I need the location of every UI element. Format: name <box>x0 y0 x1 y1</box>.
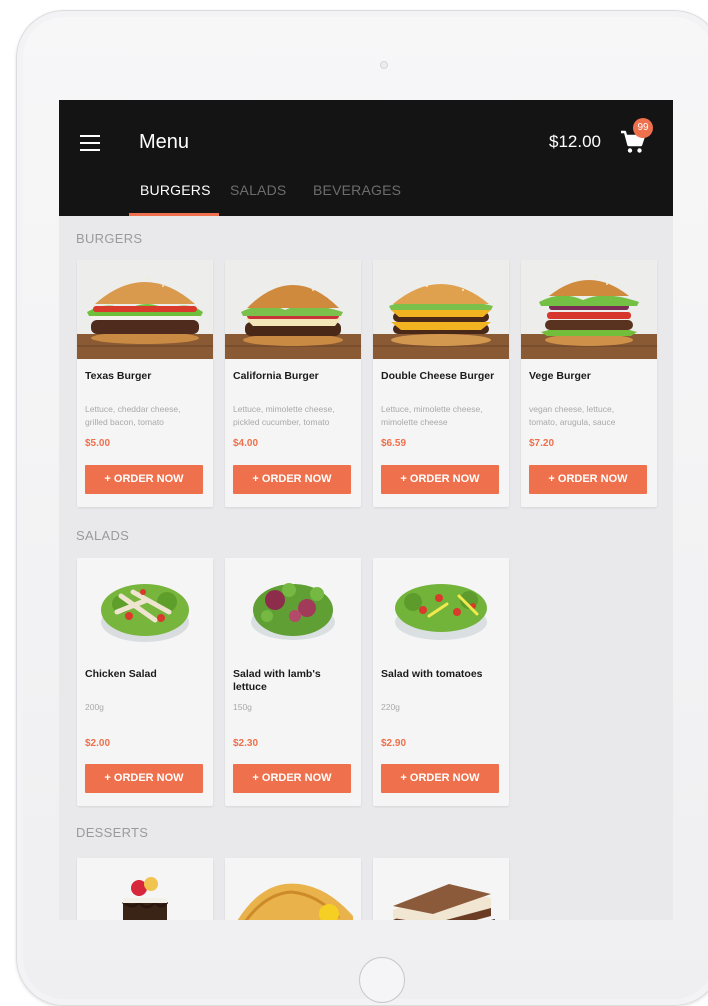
product-card <box>77 858 213 920</box>
product-name: Vege Burger <box>529 370 591 382</box>
texas-burger-image <box>77 260 213 359</box>
vege-burger-image <box>521 260 657 359</box>
product-description: tomato, arugula, sauce <box>529 417 616 427</box>
camera <box>380 61 388 69</box>
product-name: Double Cheese Burger <box>381 370 495 382</box>
cart-count-badge: 99 <box>633 118 653 138</box>
order-now-button[interactable]: + ORDER NOW <box>85 465 203 494</box>
product-card: Salad with tomatoes 220g $2.90 + ORDER N… <box>373 558 509 806</box>
app-screen: Menu $12.00 99 BURGERS SALADS BEVERAGES … <box>59 100 673 920</box>
product-price: $2.90 <box>381 738 407 749</box>
product-card: Chicken Salad 200g $2.00 + ORDER NOW <box>77 558 213 806</box>
hamburger-menu-icon[interactable] <box>80 135 100 151</box>
product-card <box>225 858 361 920</box>
tomato-salad-image <box>373 558 509 657</box>
order-now-button[interactable]: + ORDER NOW <box>381 764 499 793</box>
product-price: $7.20 <box>529 438 555 449</box>
product-description: Lettuce, mimolette cheese, <box>233 404 335 414</box>
product-description: grilled bacon, tomato <box>85 417 164 427</box>
product-weight: 220g <box>381 702 400 712</box>
product-description: Lettuce, cheddar cheese, <box>85 404 181 414</box>
product-price: $2.30 <box>233 738 259 749</box>
lambs-lettuce-salad-image <box>225 558 361 657</box>
section-title-desserts: DESSERTS <box>76 825 149 840</box>
product-card: California Burger Lettuce, mimolette che… <box>225 260 361 507</box>
product-name: Texas Burger <box>85 370 152 382</box>
product-card: Salad with lamb's lettuce 150g $2.30 + O… <box>225 558 361 806</box>
section-title-salads: SALADS <box>76 528 130 543</box>
product-name: Chicken Salad <box>85 668 157 680</box>
product-price: $5.00 <box>85 438 111 449</box>
order-now-button[interactable]: + ORDER NOW <box>233 764 351 793</box>
product-description: mimolette cheese <box>381 417 448 427</box>
order-now-button[interactable]: + ORDER NOW <box>529 465 647 494</box>
active-tab-indicator <box>129 213 219 216</box>
crepes-image <box>225 858 361 920</box>
product-price: $2.00 <box>85 738 111 749</box>
tiramisu-image <box>373 858 509 920</box>
tab-salads[interactable]: SALADS <box>230 182 286 198</box>
product-description: pickled cucumber, tomato <box>233 417 330 427</box>
product-card: Double Cheese Burger Lettuce, mimolette … <box>373 260 509 507</box>
product-name: Salad with tomatoes <box>381 668 483 680</box>
product-description: Lettuce, mimolette cheese, <box>381 404 483 414</box>
page-title: Menu <box>139 131 190 153</box>
product-weight: 150g <box>233 702 252 712</box>
section-title-burgers: BURGERS <box>76 231 143 246</box>
tab-beverages[interactable]: BEVERAGES <box>313 182 401 198</box>
cart-total: $12.00 <box>549 132 601 151</box>
product-card: Texas Burger Lettuce, cheddar cheese, gr… <box>77 260 213 507</box>
double-cheese-burger-image <box>373 260 509 359</box>
product-description: vegan cheese, lettuce, <box>529 404 615 414</box>
order-now-button[interactable]: + ORDER NOW <box>381 465 499 494</box>
home-button[interactable] <box>359 957 405 1003</box>
product-card: Vege Burger vegan cheese, lettuce, tomat… <box>521 260 657 507</box>
product-weight: 200g <box>85 702 104 712</box>
chicken-salad-image <box>77 558 213 657</box>
chocolate-cake-image <box>77 858 213 920</box>
order-now-button[interactable]: + ORDER NOW <box>85 764 203 793</box>
order-now-button[interactable]: + ORDER NOW <box>233 465 351 494</box>
product-name: Salad with lamb's lettuce <box>233 668 321 693</box>
product-card <box>373 858 509 920</box>
app-bar: Menu $12.00 99 BURGERS SALADS BEVERAGES <box>59 100 673 216</box>
product-name: California Burger <box>233 370 319 382</box>
california-burger-image <box>225 260 361 359</box>
product-price: $4.00 <box>233 438 259 449</box>
tab-burgers[interactable]: BURGERS <box>140 182 211 198</box>
product-price: $6.59 <box>381 438 407 449</box>
